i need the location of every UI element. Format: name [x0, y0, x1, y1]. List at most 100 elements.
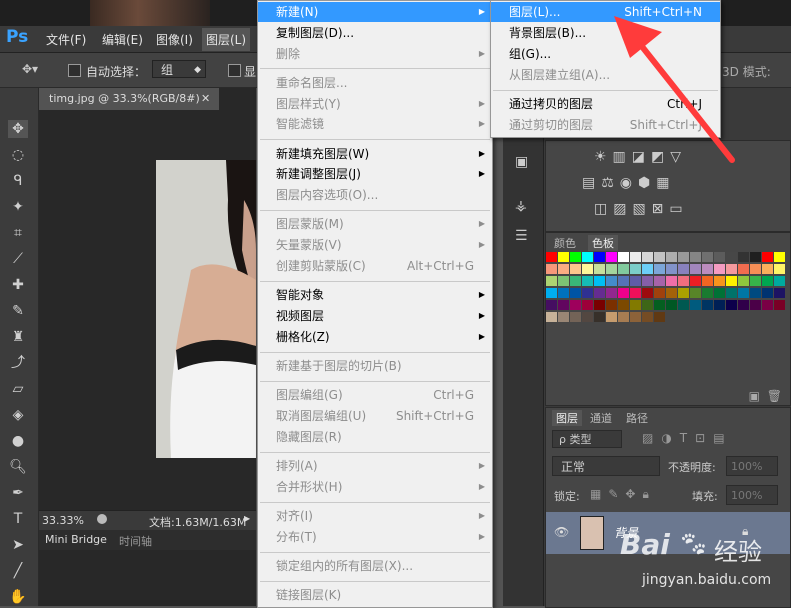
color-swatch[interactable] — [678, 252, 689, 262]
color-swatch[interactable] — [642, 264, 653, 274]
color-swatch[interactable] — [570, 288, 581, 298]
tab-timeline[interactable]: 时间轴 — [119, 533, 152, 549]
status-icon[interactable] — [97, 514, 107, 524]
color-swatch[interactable] — [618, 312, 629, 322]
opacity-field[interactable]: 100% — [726, 456, 778, 476]
layer-menu-item[interactable]: 取消图层编组(U) Shift+Ctrl+G — [258, 406, 492, 426]
color-swatch[interactable] — [762, 276, 773, 286]
color-swatch[interactable] — [642, 288, 653, 298]
color-swatch[interactable] — [774, 288, 785, 298]
color-swatch[interactable] — [594, 252, 605, 262]
color-swatch[interactable] — [582, 312, 593, 322]
filter-icons[interactable]: ▨◑T⊡▤ — [642, 431, 733, 445]
visibility-eye-icon[interactable]: 👁︎ — [554, 525, 569, 539]
color-swatch[interactable] — [774, 276, 785, 286]
layer-menu-item[interactable]: 矢量蒙版(V) ▶ — [258, 235, 492, 255]
color-swatch[interactable] — [678, 300, 689, 310]
color-swatch[interactable] — [618, 276, 629, 286]
color-swatch[interactable] — [678, 288, 689, 298]
healing-brush-icon[interactable]: ✚ — [8, 276, 28, 294]
hand-tool-icon[interactable]: ✋ — [8, 588, 28, 606]
color-swatch[interactable] — [642, 312, 653, 322]
color-swatch[interactable] — [570, 276, 581, 286]
color-swatch[interactable] — [762, 264, 773, 274]
color-swatch[interactable] — [738, 300, 749, 310]
color-swatch[interactable] — [666, 300, 677, 310]
layer-menu-item[interactable]: 链接图层(K) — [258, 585, 492, 605]
color-swatch[interactable] — [750, 276, 761, 286]
image-canvas[interactable] — [156, 160, 256, 458]
color-swatch[interactable] — [642, 276, 653, 286]
type-tool-icon[interactable]: T — [8, 510, 28, 528]
layer-menu-item[interactable]: 新建(N) ▶ — [258, 2, 492, 22]
color-swatch[interactable] — [630, 312, 641, 322]
layer-menu-item[interactable]: 复制图层(D)... — [258, 23, 492, 43]
color-swatch[interactable] — [714, 252, 725, 262]
color-swatch[interactable] — [666, 264, 677, 274]
color-swatch[interactable] — [570, 312, 581, 322]
color-swatch[interactable] — [690, 252, 701, 262]
layer-menu-item[interactable]: 重命名图层... — [258, 73, 492, 93]
layer-menu-item[interactable]: 删除 ▶ — [258, 44, 492, 64]
color-swatch[interactable] — [606, 252, 617, 262]
color-swatch[interactable] — [546, 312, 557, 322]
blend-mode-dropdown[interactable]: 正常 — [552, 456, 660, 476]
color-swatch[interactable] — [618, 252, 629, 262]
stamp-tool-icon[interactable]: ♜ — [8, 328, 28, 346]
move-tool-icon[interactable]: ✥ — [8, 120, 28, 138]
color-swatch[interactable] — [774, 300, 785, 310]
history-brush-icon[interactable]: ⤴ — [8, 354, 28, 372]
color-swatch[interactable] — [654, 312, 665, 322]
fill-field[interactable]: 100% — [726, 485, 778, 505]
layer-menu-item[interactable]: 新建调整图层(J) ▶ — [258, 164, 492, 184]
color-swatch[interactable] — [762, 300, 773, 310]
color-swatch[interactable] — [582, 288, 593, 298]
layer-menu-item[interactable]: 图层样式(Y) ▶ — [258, 94, 492, 114]
color-swatch[interactable] — [726, 264, 737, 274]
color-swatch[interactable] — [546, 264, 557, 274]
color-swatch[interactable] — [546, 276, 557, 286]
move-tool-icon[interactable]: ✥▾ — [22, 62, 38, 76]
layer-menu-item[interactable]: 图层编组(G) Ctrl+G — [258, 385, 492, 405]
color-swatch[interactable] — [630, 252, 641, 262]
pen-tool-icon[interactable]: ✒ — [8, 484, 28, 502]
color-swatch[interactable] — [582, 252, 593, 262]
color-swatch[interactable] — [666, 252, 677, 262]
color-swatch[interactable] — [582, 300, 593, 310]
layer-menu-item[interactable]: 图层内容选项(O)... — [258, 185, 492, 205]
color-swatch[interactable] — [774, 264, 785, 274]
magic-wand-icon[interactable]: ✦ — [8, 198, 28, 216]
color-swatch[interactable] — [546, 252, 557, 262]
color-swatch[interactable] — [654, 264, 665, 274]
color-swatch[interactable] — [582, 264, 593, 274]
trash-icon[interactable]: 🗑︎ — [767, 389, 782, 403]
lasso-tool-icon[interactable]: ᑫ — [8, 172, 28, 190]
color-swatch[interactable] — [558, 252, 569, 262]
color-swatch[interactable] — [594, 300, 605, 310]
color-swatch[interactable] — [654, 252, 665, 262]
tab-swatches[interactable]: 色板 — [588, 235, 618, 251]
color-swatch[interactable] — [570, 300, 581, 310]
brush-panel-icon[interactable]: ⚶ — [515, 198, 527, 214]
eyedropper-icon[interactable]: ⟋ — [8, 250, 28, 268]
layer-menu-item[interactable]: 智能对象 ▶ — [258, 285, 492, 305]
blur-tool-icon[interactable]: ● — [8, 432, 28, 450]
layer-menu-item[interactable]: 合并形状(H) ▶ — [258, 477, 492, 497]
color-swatch[interactable] — [750, 264, 761, 274]
color-swatch[interactable] — [762, 288, 773, 298]
color-swatch[interactable] — [558, 312, 569, 322]
line-tool-icon[interactable]: ╱ — [8, 562, 28, 580]
layer-menu-item[interactable]: 创建剪贴蒙版(C) Alt+Ctrl+G — [258, 256, 492, 276]
eraser-icon[interactable]: ▱ — [8, 380, 28, 398]
color-swatch[interactable] — [606, 312, 617, 322]
layer-menu-item[interactable]: 分布(T) ▶ — [258, 527, 492, 547]
tab-layers[interactable]: 图层 — [552, 410, 582, 426]
color-swatch[interactable] — [570, 264, 581, 274]
properties-panel-icon[interactable]: ☰ — [515, 228, 528, 244]
color-swatch[interactable] — [690, 264, 701, 274]
path-selection-icon[interactable]: ➤ — [8, 536, 28, 554]
color-swatch[interactable] — [714, 276, 725, 286]
color-swatch[interactable] — [714, 288, 725, 298]
menu-file[interactable]: 文件(F) — [46, 31, 86, 48]
color-swatch[interactable] — [546, 300, 557, 310]
